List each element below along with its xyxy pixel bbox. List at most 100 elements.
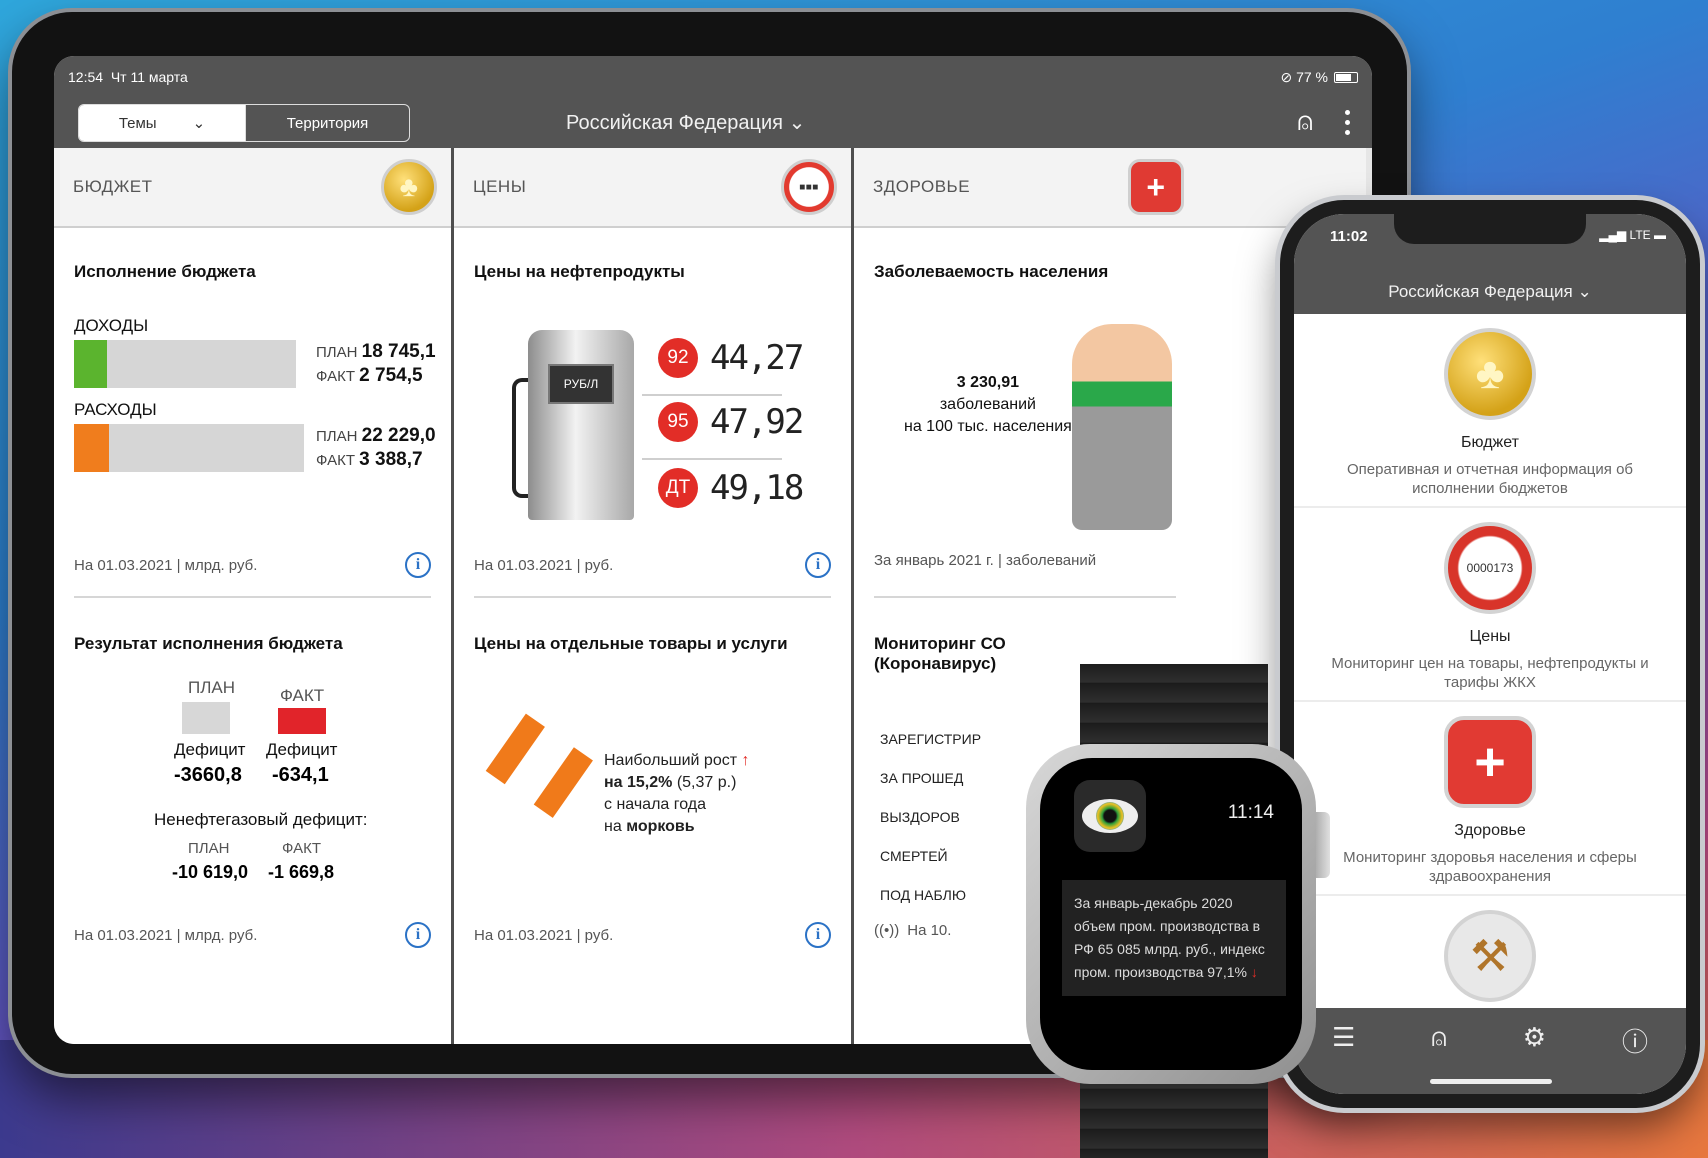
eye-icon <box>1082 799 1138 833</box>
phone-screen: 11:02 ▂▄▆ LTE ▬ Российская Федерация ⌄ ♣… <box>1294 214 1686 1094</box>
morbidity-unit: заболеваний <box>939 396 1036 413</box>
segment-territory[interactable]: Территория <box>245 105 409 141</box>
more-icon[interactable] <box>1345 109 1350 135</box>
broadcast-icon[interactable]: ⍝ <box>1297 106 1313 138</box>
phone-tabbar: ☰ ⍝ ⚙ ⓘ <box>1294 1008 1686 1094</box>
phone-item-prices[interactable]: 0000173 Цены Мониторинг цен на товары, н… <box>1294 508 1686 702</box>
fact-deficit-label: Дефицит <box>266 740 338 759</box>
growth-line3: с начала года <box>604 796 707 813</box>
fuel-pump-icon: РУБ/Л <box>528 330 634 520</box>
phone-item-budget[interactable]: ♣ Бюджет Оперативная и отчетная информац… <box>1294 314 1686 508</box>
battery-icon: ▬ <box>1654 228 1666 242</box>
income-bar-fill <box>74 340 107 388</box>
list-icon[interactable]: ☰ <box>1332 1022 1355 1094</box>
card-footer: На 01.03.2021 | млрд. руб. i <box>74 922 431 948</box>
meter-medal-icon: 0000173 <box>1444 522 1536 614</box>
nonoil-label: Ненефтегазовый дефицит: <box>154 810 368 829</box>
expense-values: ПЛАН 22 229,0 ФАКТ 3 388,7 <box>316 424 436 472</box>
fuel-price-value: 47,92 <box>710 402 804 442</box>
watch-time: 11:14 <box>1227 802 1274 823</box>
expense-plan-value: 22 229,0 <box>361 425 436 446</box>
card-title: Цены на отдельные товары и услуги <box>474 634 788 653</box>
battery-icon <box>1334 71 1358 83</box>
item-name: Здоровье <box>1454 822 1526 839</box>
income-plan-value: 18 745,1 <box>361 341 436 362</box>
footer-text: На 01.03.2021 | млрд. руб. <box>74 556 258 574</box>
footer-text: На 01.03.2021 | млрд. руб. <box>74 926 258 944</box>
watch-screen: 11:14 За январь-декабрь 2020 объем пром.… <box>1040 758 1302 1070</box>
fact-label: ФАКТ <box>280 686 325 705</box>
clover-medal-icon: ♣ <box>381 159 437 215</box>
plan-deficit-label: Дефицит <box>174 740 246 759</box>
income-fact-label: ФАКТ <box>316 368 355 385</box>
item-desc: Оперативная и отчетная информация об исп… <box>1346 461 1634 497</box>
first-aid-icon: + <box>1444 716 1536 808</box>
arrow-down-icon: ↓ <box>1250 964 1258 980</box>
top-nav: Темы ⌄ Территория Российская Федерация ⌄ … <box>54 98 1372 148</box>
home-indicator <box>1430 1079 1552 1084</box>
growth-line1: Наибольший рост <box>604 752 738 769</box>
region-label: Российская Федерация <box>566 112 784 134</box>
watch-device: 11:14 За январь-декабрь 2020 объем пром.… <box>1026 744 1316 1084</box>
growth-product: морковь <box>626 818 695 835</box>
info-icon[interactable]: i <box>805 552 831 578</box>
nonoil-plan-label: ПЛАН <box>188 840 230 857</box>
status-right: ⊘ 77 % <box>1280 69 1358 86</box>
status-date: Чт 11 марта <box>110 69 188 85</box>
phone-time: 11:02 <box>1330 228 1368 245</box>
expense-label: РАСХОДЫ <box>74 400 157 419</box>
income-fact-value: 2 754,5 <box>359 365 423 386</box>
card-budget-execution[interactable]: Исполнение бюджета ДОХОДЫ ПЛАН 18 745,1 … <box>54 228 451 598</box>
phone-item-partial[interactable]: ⚒ <box>1294 896 1686 1024</box>
watch-notification[interactable]: За январь-декабрь 2020 объем пром. произ… <box>1062 880 1286 996</box>
sick-person-illustration <box>1072 324 1172 530</box>
card-footer: На 01.03.2021 | руб. i <box>474 922 831 948</box>
footer-text: На 10. <box>907 922 952 939</box>
card-fuel-prices[interactable]: Цены на нефтепродукты РУБ/Л 92 44,27 95 … <box>454 228 851 598</box>
watch-message: За январь-декабрь 2020 объем пром. произ… <box>1074 895 1265 980</box>
covid-row: ПОД НАБЛЮ <box>880 887 966 903</box>
expense-fact-label: ФАКТ <box>316 452 355 469</box>
fuel-price-95: 95 47,92 <box>658 402 804 442</box>
expense-fact-value: 3 388,7 <box>359 449 423 470</box>
phone-notch <box>1394 214 1586 244</box>
region-selector[interactable]: Российская Федерация ⌄ <box>566 110 805 135</box>
covid-rows: ЗАРЕГИСТРИР ЗА ПРОШЕД ВЫЗДОРОВ СМЕРТЕЙ П… <box>880 720 981 915</box>
fuel-price-dt: ДТ 49,18 <box>658 468 804 508</box>
morbidity-per: на 100 тыс. населения <box>904 418 1072 435</box>
region-label: Российская Федерация <box>1388 282 1573 301</box>
meter-medal-icon: ■■■ <box>781 159 837 215</box>
item-name: Цены <box>1469 628 1511 645</box>
phone-item-health[interactable]: + Здоровье Мониторинг здоровья населения… <box>1294 702 1686 896</box>
income-plan-label: ПЛАН <box>316 344 358 361</box>
pump-screen-label: РУБ/Л <box>548 364 614 404</box>
fuel-grade-badge: 92 <box>658 338 698 378</box>
growth-rub: (5,37 р.) <box>672 774 737 791</box>
fuel-grade-badge: ДТ <box>658 468 698 508</box>
divider <box>642 458 782 460</box>
item-desc: Мониторинг здоровья населения и сферы зд… <box>1343 849 1637 885</box>
column-header-prices[interactable]: ЦЕНЫ ■■■ <box>454 148 851 228</box>
gavel-icon: ⚒ <box>1444 910 1536 1002</box>
column-header-health[interactable]: ЗДОРОВЬЕ + <box>854 148 1366 228</box>
fuel-price-92: 92 44,27 <box>658 338 804 378</box>
app-icon[interactable] <box>1074 780 1146 852</box>
segment-topics-label: Темы <box>118 114 157 132</box>
info-icon[interactable]: i <box>805 922 831 948</box>
fact-deficit-value: -634,1 <box>272 764 329 786</box>
income-bar <box>74 340 296 388</box>
rotation-lock-icon: ⊘ <box>1280 68 1293 85</box>
info-icon[interactable]: ⓘ <box>1622 1022 1648 1094</box>
info-icon[interactable]: i <box>405 922 431 948</box>
info-icon[interactable]: i <box>405 552 431 578</box>
column-title: ЗДОРОВЬЕ <box>873 177 971 196</box>
chevron-down-icon: ⌄ <box>1577 282 1592 301</box>
column-header-budget[interactable]: БЮДЖЕТ ♣ <box>54 148 451 228</box>
divider <box>642 394 782 396</box>
phone-region-selector[interactable]: Российская Федерация ⌄ <box>1294 282 1686 302</box>
plan-deficit-value: -3660,8 <box>174 764 242 786</box>
card-footer: За январь 2021 г. | заболеваний <box>874 552 1176 569</box>
segment-topics[interactable]: Темы ⌄ <box>79 105 245 141</box>
expense-plan-label: ПЛАН <box>316 428 358 445</box>
footer-text: На 01.03.2021 | руб. <box>474 926 614 944</box>
